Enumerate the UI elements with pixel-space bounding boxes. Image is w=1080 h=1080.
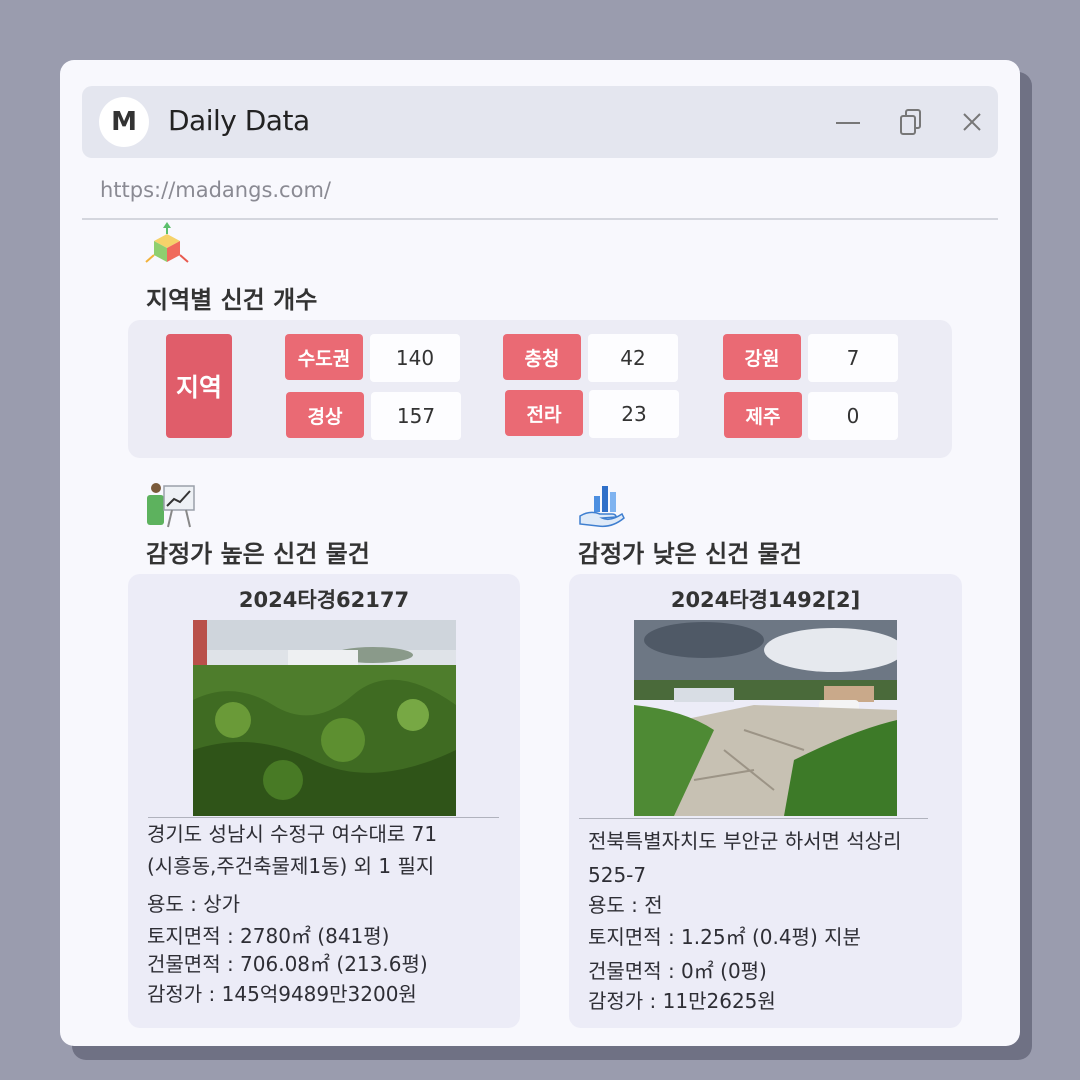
high-property-card[interactable]: 2024타경62177 경기도 성남시 수정구 여수대로 71 (시흥동,주건축… xyxy=(128,574,520,1028)
low-address-line2: 525-7 xyxy=(588,863,647,887)
region-panel: 지역 수도권 140 경상 157 충청 42 전라 23 강원 7 제주 0 xyxy=(128,320,952,458)
region-header-label: 지역 xyxy=(166,334,232,438)
high-section-title: 감정가 높은 신건 물건 xyxy=(146,540,370,568)
hand-bar-chart-icon xyxy=(576,480,626,530)
high-building-area: 건물면적 : 706.08㎡ (213.6평) xyxy=(147,952,428,976)
region-count-gyeongsang: 157 xyxy=(371,392,461,440)
region-count-jeolla: 23 xyxy=(589,390,679,438)
region-label-jeju: 제주 xyxy=(724,392,802,438)
high-land-area: 토지면적 : 2780㎡ (841평) xyxy=(147,924,390,948)
high-property-photo[interactable] xyxy=(193,620,456,816)
restore-icon[interactable] xyxy=(896,106,928,138)
cube-axes-icon xyxy=(142,222,192,272)
minimize-icon[interactable] xyxy=(832,106,864,138)
region-section-title: 지역별 신건 개수 xyxy=(146,286,318,314)
presenter-chart-icon xyxy=(144,480,195,530)
url-text[interactable]: https://madangs.com/ xyxy=(100,178,331,202)
app-window: M Daily Data https://madangs.com/ 지역별 신건… xyxy=(60,60,1020,1046)
region-label-gyeongsang: 경상 xyxy=(286,392,364,438)
low-usage: 용도 : 전 xyxy=(588,893,663,917)
high-usage: 용도 : 상가 xyxy=(147,892,241,916)
app-title: Daily Data xyxy=(168,104,310,137)
region-count-chungcheong: 42 xyxy=(588,334,678,382)
region-count-gangwon: 7 xyxy=(808,334,898,382)
high-address-line2: (시흥동,주건축물제1동) 외 1 필지 xyxy=(147,854,435,878)
low-section-title: 감정가 낮은 신건 물건 xyxy=(578,540,802,568)
region-label-capital: 수도권 xyxy=(285,334,363,380)
low-land-area: 토지면적 : 1.25㎡ (0.4평) 지분 xyxy=(588,925,861,949)
low-property-card[interactable]: 2024타경1492[2] 전북특별자치도 부안군 하서면 석상리 525-7 … xyxy=(569,574,962,1028)
divider xyxy=(579,818,928,819)
region-label-gangwon: 강원 xyxy=(723,334,801,380)
region-label-chungcheong: 충청 xyxy=(503,334,581,380)
high-address-line1: 경기도 성남시 수정구 여수대로 71 xyxy=(147,822,438,846)
divider xyxy=(148,817,499,818)
title-bar: M Daily Data xyxy=(82,86,998,158)
region-label-jeolla: 전라 xyxy=(505,390,583,436)
low-address-line1: 전북특별자치도 부안군 하서면 석상리 xyxy=(588,829,902,853)
region-count-capital: 140 xyxy=(370,334,460,382)
low-building-area: 건물면적 : 0㎡ (0평) xyxy=(588,959,767,983)
region-count-jeju: 0 xyxy=(808,392,898,440)
app-logo: M xyxy=(99,97,149,147)
high-appraisal: 감정가 : 145억9489만3200원 xyxy=(147,982,417,1006)
close-icon[interactable] xyxy=(956,106,988,138)
low-property-photo[interactable] xyxy=(634,620,897,816)
high-case-number[interactable]: 2024타경62177 xyxy=(128,584,520,614)
low-case-number[interactable]: 2024타경1492[2] xyxy=(569,584,962,614)
divider xyxy=(82,218,998,220)
low-appraisal: 감정가 : 11만2625원 xyxy=(588,989,776,1013)
